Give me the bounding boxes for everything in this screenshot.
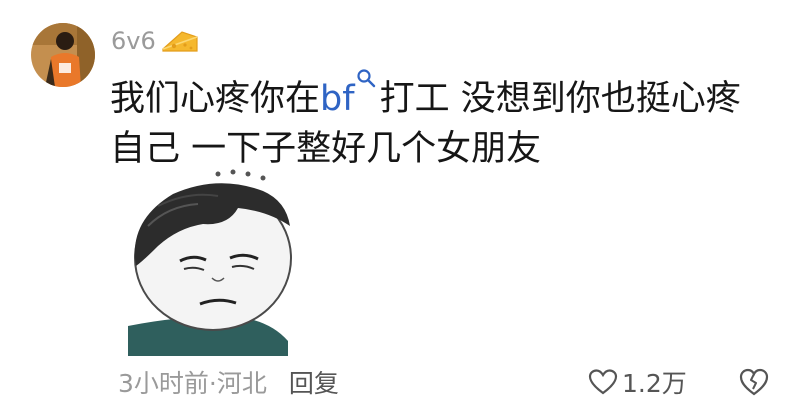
search-icon [356, 69, 375, 88]
comment-line-1: 我们心疼你在bf 打工 没想到你也挺心疼 [110, 68, 770, 124]
time-location: 3小时前·河北 [118, 369, 267, 398]
username[interactable]: 6v6 [111, 27, 156, 55]
panda-face-sticker [128, 169, 292, 356]
avatar[interactable] [31, 23, 95, 87]
search-link-text[interactable]: bf [320, 79, 355, 119]
heart-icon [588, 369, 618, 395]
reply-button[interactable]: 回复 [289, 364, 339, 400]
like-button[interactable]: 1.2万 [588, 362, 687, 402]
search-link[interactable]: bf [320, 69, 380, 119]
dislike-button[interactable] [738, 366, 770, 398]
like-count: 1.2万 [622, 369, 687, 398]
sticker-image[interactable] [118, 166, 298, 356]
comment-meta: 3小时前·河北 回复 [118, 362, 339, 402]
comment-text-part2: 打工 没想到你也挺心疼 [379, 79, 741, 119]
comment-text: 我们心疼你在bf 打工 没想到你也挺心疼 自己 一下子整好几个女朋友 [110, 68, 770, 174]
username-row: 6v6 [111, 26, 200, 56]
comment-text-part1: 我们心疼你在 [110, 79, 321, 119]
avatar-image [31, 23, 95, 87]
cheese-icon [162, 31, 198, 52]
